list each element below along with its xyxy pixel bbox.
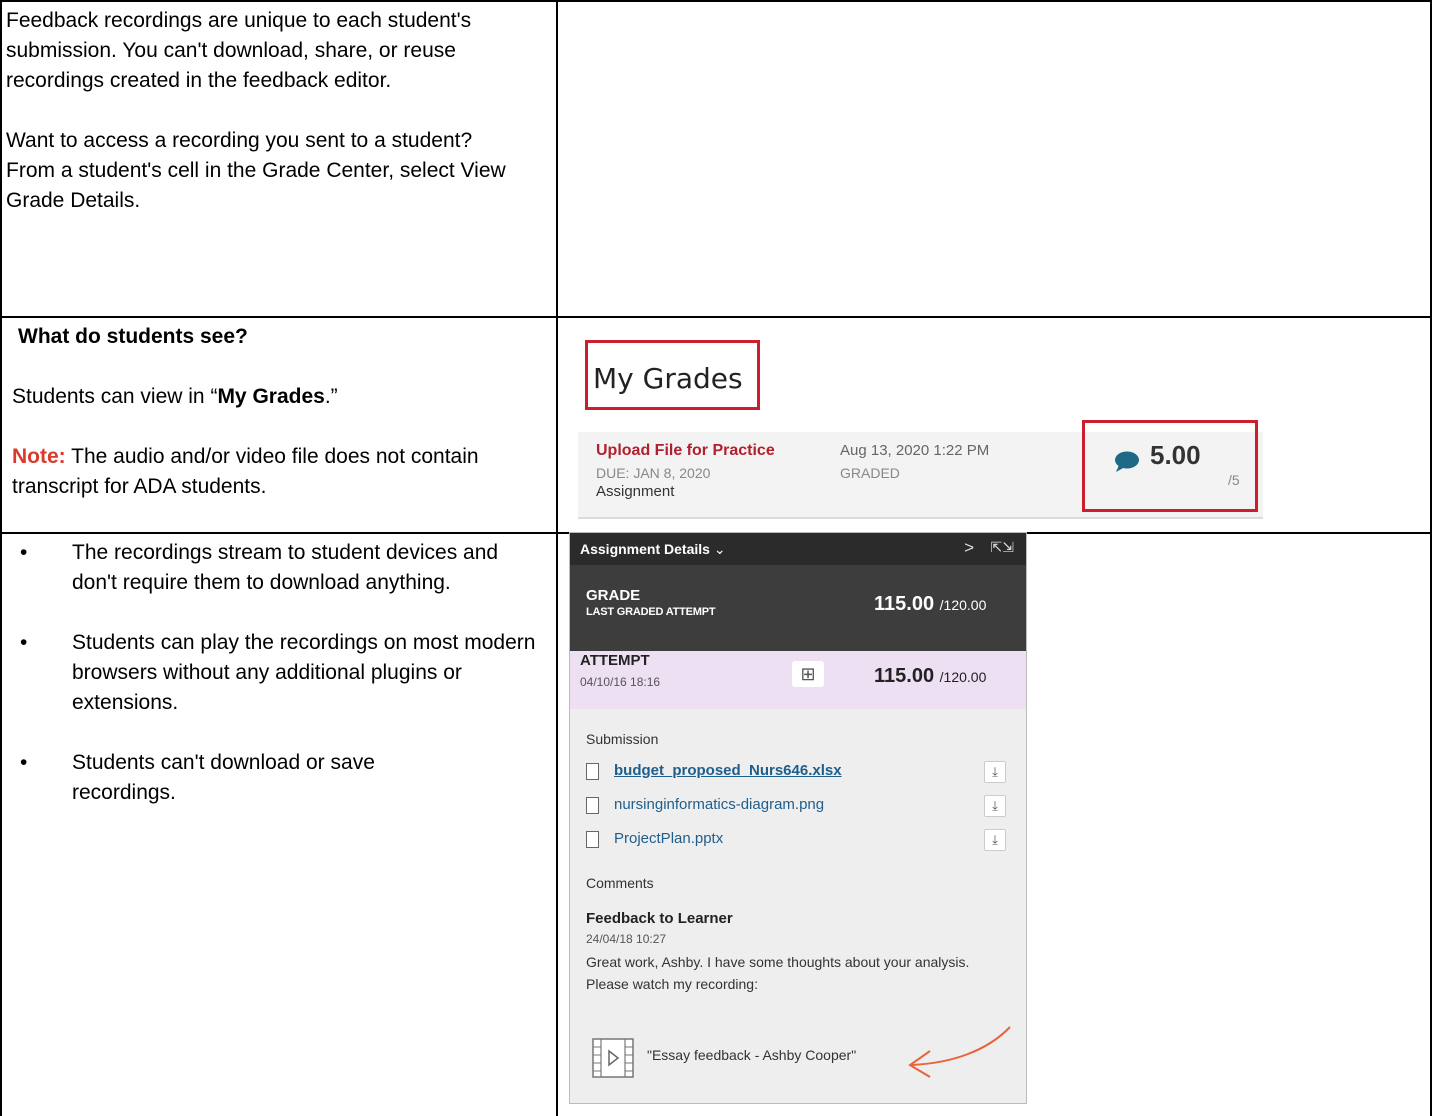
table-column-divider [556,0,558,1116]
attempt-row[interactable]: ATTEMPT 04/10/16 18:16 ⊞ 115.00 /120.00 [570,651,1026,709]
file-link[interactable]: nursinginformatics-diagram.png [614,796,824,813]
bullet-item: • The recordings stream to student device… [20,541,499,594]
table-border-top [0,0,1432,2]
note-label: Note: [12,445,66,468]
chevron-down-icon: ⌄ [713,541,726,557]
submission-file-row: budget_proposed_Nurs646.xlsx ⤓ [586,761,1006,787]
file-link[interactable]: ProjectPlan.pptx [614,830,723,847]
grade-highlight-box [1082,420,1258,512]
grade-item-title[interactable]: Upload File for Practice [596,442,775,460]
feedback-date: 24/04/18 10:27 [586,932,667,946]
assignment-details-dropdown[interactable]: Assignment Details ⌄ [580,541,726,558]
file-icon [586,797,599,814]
feedback-message: Great work, Ashby. I have some thoughts … [586,954,970,992]
file-link[interactable]: budget_proposed_Nurs646.xlsx [614,762,842,779]
grade-sublabel: LAST GRADED ATTEMPT [586,606,716,618]
section-heading: What do students see? [18,325,248,348]
table-row-divider [0,316,1432,318]
download-icon[interactable]: ⤓ [984,795,1006,817]
arrow-annotation [908,1026,1011,1078]
file-icon [586,831,599,848]
row3-bullets-cell: • The recordings stream to student device… [20,538,545,808]
file-icon [586,763,599,780]
table-icon[interactable]: ⊞ [792,661,824,687]
download-icon[interactable]: ⤓ [984,761,1006,783]
submission-file-row: ProjectPlan.pptx ⤓ [586,829,1006,855]
bullet-item: • Students can play the recordings on mos… [20,631,536,714]
row1-text-cell: Feedback recordings are unique to each s… [6,6,546,216]
note-paragraph: Note: The audio and/or video file does n… [12,445,479,498]
attempt-label: ATTEMPT [580,652,650,669]
panel-header: Assignment Details ⌄ > ⇱⇲ [570,533,1026,565]
feedback-title: Feedback to Learner [586,910,733,927]
comments-label: Comments [586,875,654,891]
submission-file-row: nursinginformatics-diagram.png ⤓ [586,795,1006,821]
grade-item-type: Assignment [596,483,675,500]
attempt-score: 115.00 /120.00 [874,665,987,687]
table-border-left [0,0,2,1116]
expand-icon[interactable]: ⇱⇲ [991,539,1014,556]
recording-name[interactable]: "Essay feedback - Ashby Cooper" [647,1047,856,1063]
grade-summary: GRADE LAST GRADED ATTEMPT 115.00 /120.00 [570,565,1026,651]
my-grades-highlight-box [585,340,760,410]
grade-label: GRADE [586,587,641,604]
grade-item-due-date: DUE: JAN 8, 2020 [596,465,711,481]
chevron-right-icon[interactable]: > [964,538,974,558]
attempt-date: 04/10/16 18:16 [580,675,661,689]
row2-text-cell: What do students see? Students can view … [12,322,542,502]
recording-uniqueness-paragraph: Feedback recordings are unique to each s… [6,9,472,92]
download-icon[interactable]: ⤓ [984,829,1006,851]
view-location-text: Students can view in “My Grades.” [12,385,338,408]
assignment-details-panel: Assignment Details ⌄ > ⇱⇲ GRADE LAST GRA… [569,532,1027,1104]
bullet-item: • Students can't download or save recordi… [20,751,375,804]
grade-total: 115.00 /120.00 [874,593,987,615]
submission-label: Submission [586,731,659,747]
video-recording-icon[interactable] [592,1038,634,1078]
grade-item-status: GRADED [840,465,900,481]
grade-item-submitted-date: Aug 13, 2020 1:22 PM [840,442,990,459]
access-recording-paragraph: Want to access a recording you sent to a… [6,129,506,212]
